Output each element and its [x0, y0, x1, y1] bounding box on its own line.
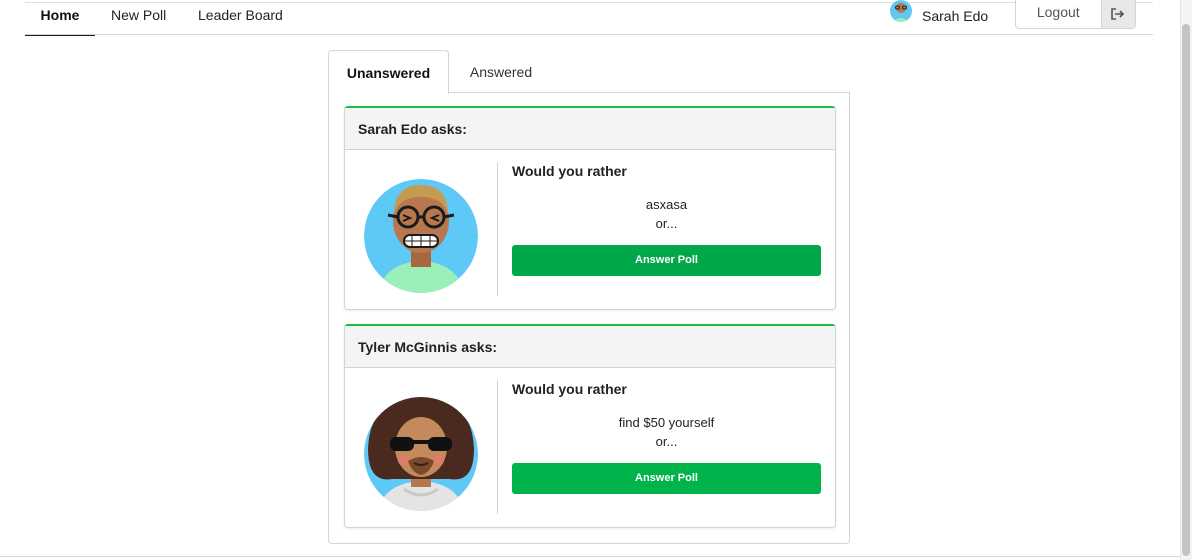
vertical-scrollbar[interactable] — [1180, 0, 1192, 560]
answer-poll-button[interactable]: Answer Poll — [512, 463, 821, 494]
nav-leader-board[interactable]: Leader Board — [198, 6, 283, 36]
poll-card: Sarah Edo asks: Would you rather asxasa … — [344, 106, 836, 310]
logout-button[interactable]: Logout — [1015, 0, 1136, 29]
nav-divider — [25, 34, 1153, 35]
scrollbar-thumb[interactable] — [1182, 24, 1190, 556]
nav-new-poll[interactable]: New Poll — [111, 6, 166, 36]
card-divider — [497, 380, 498, 514]
user-avatar-small — [889, 0, 913, 22]
sign-out-icon — [1100, 0, 1135, 28]
nav-home[interactable]: Home — [25, 6, 95, 36]
top-navigation: Home New Poll Leader Board Sarah Edo Log… — [0, 0, 1180, 36]
card-divider — [497, 162, 498, 296]
poll-author-header: Tyler McGinnis asks: — [345, 326, 835, 368]
answer-poll-button[interactable]: Answer Poll — [512, 245, 821, 276]
logout-label: Logout — [1036, 4, 1080, 20]
tab-answered[interactable]: Answered — [452, 50, 550, 94]
tab-unanswered[interactable]: Unanswered — [328, 50, 449, 94]
option-one-text: asxasa — [645, 197, 688, 212]
poll-card: Tyler McGinnis asks: Would you rather fi… — [344, 324, 836, 528]
author-avatar — [364, 397, 478, 511]
current-user-name: Sarah Edo — [922, 8, 989, 24]
or-text: or... — [655, 216, 678, 231]
poll-author-header: Sarah Edo asks: — [345, 108, 835, 150]
polls-panel: Sarah Edo asks: Would you rather asxasa … — [328, 92, 850, 544]
question-title: Would you rather — [512, 163, 627, 179]
or-text: or... — [655, 434, 678, 449]
author-avatar — [364, 179, 478, 293]
nav-top-border — [25, 2, 1153, 3]
option-one-text: find $50 yourself — [618, 415, 715, 430]
page-bottom-border — [0, 556, 1180, 557]
question-title: Would you rather — [512, 381, 627, 397]
